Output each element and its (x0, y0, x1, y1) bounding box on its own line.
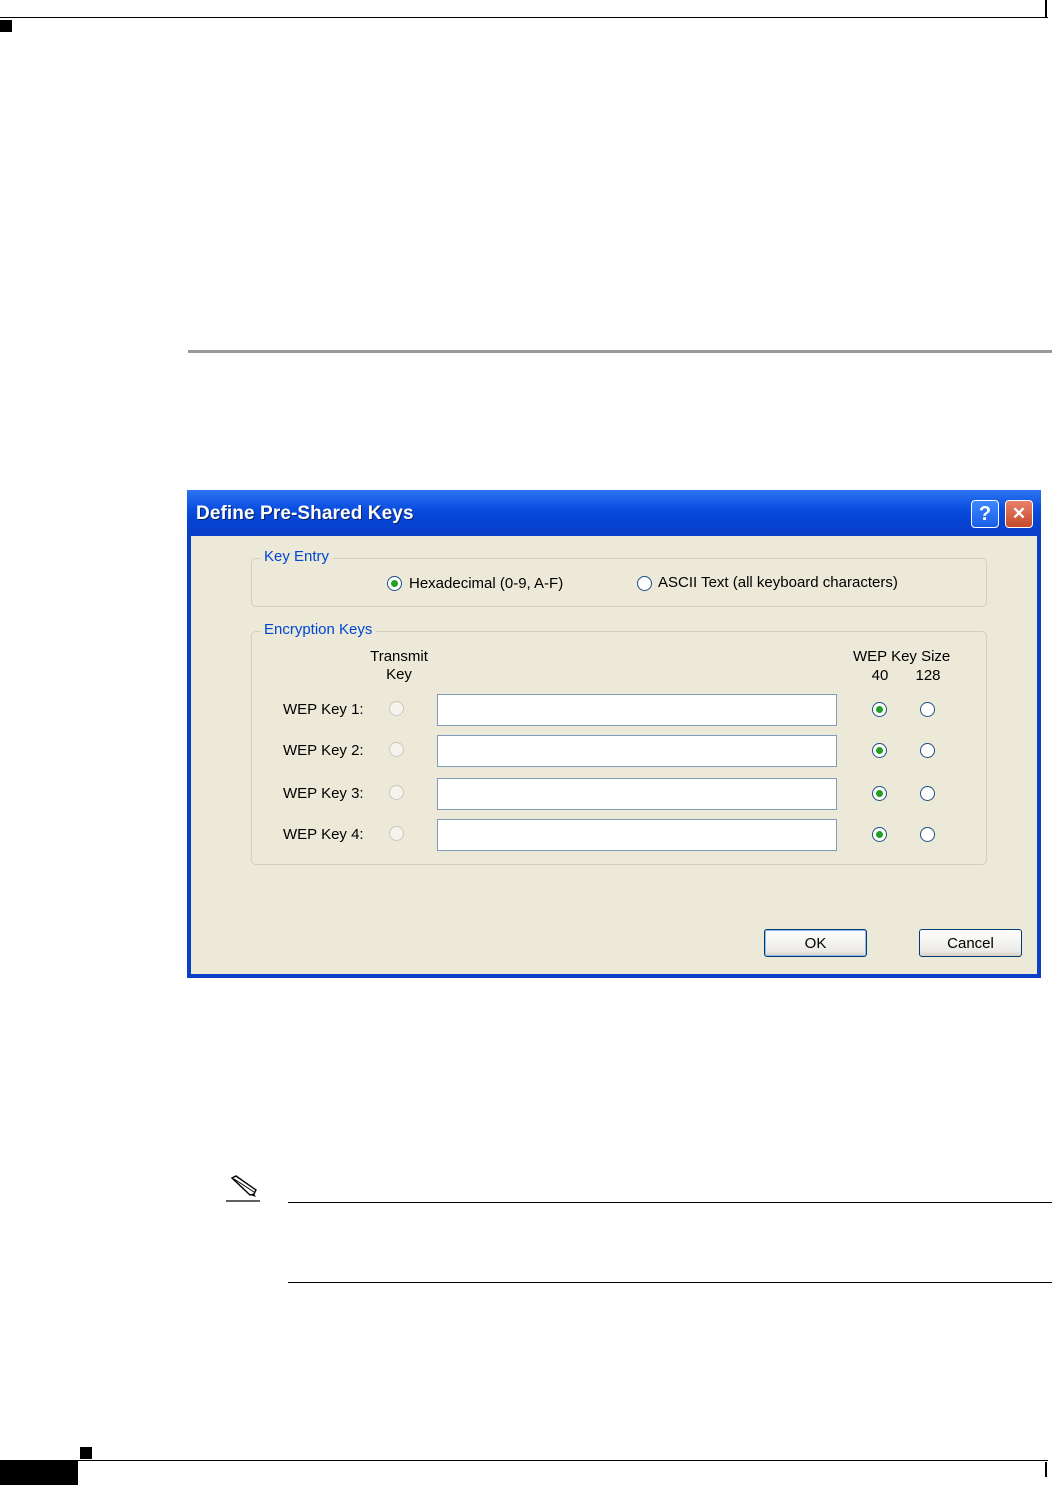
wep-key-3-size-40-radio[interactable] (872, 786, 887, 801)
ascii-text-radio[interactable] (637, 576, 652, 591)
wep-key-2-label: WEP Key 2: (283, 742, 364, 759)
wep-key-4-input[interactable] (437, 819, 837, 851)
close-icon: ✕ (1011, 504, 1027, 523)
wep-key-2-size-40-radio[interactable] (872, 743, 887, 758)
dialog-titlebar[interactable]: Define Pre-Shared Keys ? ✕ (187, 490, 1041, 536)
close-button[interactable]: ✕ (1005, 500, 1033, 528)
wep-key-2-size-128-radio[interactable] (920, 743, 935, 758)
wep-key-1-label: WEP Key 1: (283, 701, 364, 718)
wep-key-4-size-40-radio[interactable] (872, 827, 887, 842)
key-entry-legend: Key Entry (260, 548, 334, 565)
wep-key-3-size-128-radio[interactable] (920, 786, 935, 801)
pencil-note-icon (226, 1175, 260, 1202)
radio-selected-dot (876, 790, 883, 797)
transmit-key-header-line2: Key (386, 666, 412, 683)
wep-key-4-transmit-radio[interactable] (389, 826, 404, 841)
header-rule (0, 17, 1048, 18)
dialog-title: Define Pre-Shared Keys (196, 503, 414, 524)
header-marker (0, 20, 12, 32)
wep-key-4-size-128-radio[interactable] (920, 827, 935, 842)
wep-key-3-label: WEP Key 3: (283, 785, 364, 802)
hexadecimal-label[interactable]: Hexadecimal (0-9, A-F) (409, 575, 563, 592)
ok-button-label: OK (804, 934, 827, 952)
wep-key-3-input[interactable] (437, 778, 837, 810)
wep-key-2-transmit-radio[interactable] (389, 742, 404, 757)
wep-key-size-header: WEP Key Size (853, 648, 951, 665)
radio-selected-dot (876, 831, 883, 838)
transmit-key-header-line1: Transmit (370, 648, 428, 665)
footer-marker (80, 1447, 92, 1459)
define-pre-shared-keys-dialog: Define Pre-Shared Keys ? ✕ Key Entry Hex… (187, 490, 1041, 978)
ascii-text-label[interactable]: ASCII Text (all keyboard characters) (658, 574, 898, 591)
note-bottom-rule (288, 1282, 1052, 1283)
footer-rule (0, 1460, 1048, 1461)
section-divider (188, 350, 1052, 353)
radio-selected-dot (876, 747, 883, 754)
header-right-tick (1045, 0, 1047, 18)
wep-key-1-input[interactable] (437, 694, 837, 726)
wep-key-1-size-128-radio[interactable] (920, 702, 935, 717)
hexadecimal-radio[interactable] (387, 576, 402, 591)
radio-selected-dot (391, 580, 398, 587)
wep-key-3-transmit-radio[interactable] (389, 785, 404, 800)
size-40-header: 40 (871, 667, 889, 684)
wep-key-1-size-40-radio[interactable] (872, 702, 887, 717)
cancel-button-label: Cancel (947, 934, 994, 952)
cancel-button[interactable]: Cancel (919, 929, 1022, 957)
help-button[interactable]: ? (971, 500, 999, 528)
encryption-keys-legend: Encryption Keys (260, 621, 377, 638)
dialog-client-area: Key Entry Hexadecimal (0-9, A-F) ASCII T… (191, 536, 1037, 974)
help-icon: ? (978, 502, 992, 525)
wep-key-2-input[interactable] (437, 735, 837, 767)
wep-key-1-transmit-radio[interactable] (389, 701, 404, 716)
size-128-header: 128 (915, 667, 941, 684)
footer-right-tick (1045, 1462, 1047, 1477)
wep-key-4-label: WEP Key 4: (283, 826, 364, 843)
ok-button[interactable]: OK (764, 929, 867, 957)
radio-selected-dot (876, 706, 883, 713)
note-top-rule (288, 1202, 1052, 1203)
footer-page-tab (0, 1461, 78, 1485)
